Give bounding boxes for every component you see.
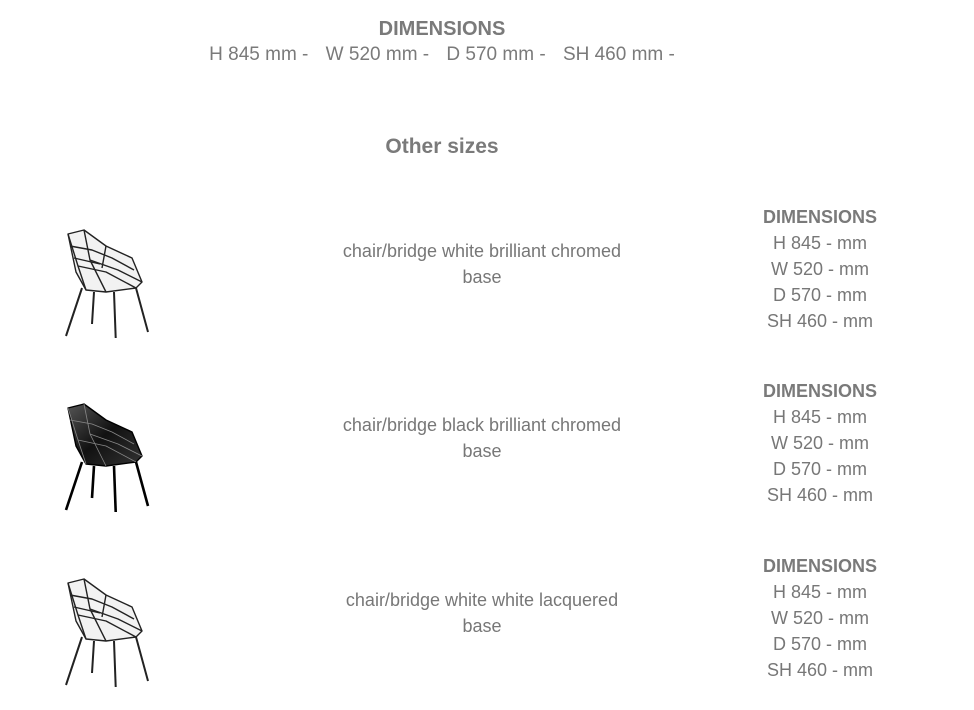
main-depth: D 570 mm - <box>446 44 546 65</box>
main-dimensions: DIMENSIONS H 845 mm - W 520 mm - D 570 m… <box>0 16 884 68</box>
main-dimensions-values: H 845 mm - W 520 mm - D 570 mm - SH 460 … <box>0 42 884 68</box>
chair-white-chromed-image[interactable] <box>56 212 156 338</box>
variant-width: W 520 - mm <box>770 259 869 279</box>
variant-row: chair/bridge black brilliant chromed bas… <box>0 374 974 524</box>
variant-description-line1: chair/bridge white brilliant chromed <box>342 241 622 261</box>
main-dimensions-title: DIMENSIONS <box>378 18 506 40</box>
chair-white-lacquered-image[interactable] <box>56 561 156 687</box>
variant-dimensions-title: DIMENSIONS <box>762 381 877 401</box>
variant-height: H 845 - mm <box>772 407 868 427</box>
variant-dimensions-title: DIMENSIONS <box>762 207 877 227</box>
variant-depth: D 570 - mm <box>772 459 868 479</box>
variant-description: chair/bridge white white lacquered base <box>322 587 642 639</box>
variant-description-line2: base <box>462 267 502 287</box>
variant-dimensions: DIMENSIONS H 845 - mm W 520 - mm D 570 -… <box>740 378 900 508</box>
variant-description: chair/bridge black brilliant chromed bas… <box>322 412 642 464</box>
variant-depth: D 570 - mm <box>772 634 868 654</box>
variant-row: chair/bridge white white lacquered base … <box>0 549 974 699</box>
main-width: W 520 mm - <box>325 44 430 65</box>
variant-description-line2: base <box>462 441 502 461</box>
variant-dimensions: DIMENSIONS H 845 - mm W 520 - mm D 570 -… <box>740 553 900 683</box>
variant-dimensions-title: DIMENSIONS <box>762 556 877 576</box>
variant-seat-height: SH 460 - mm <box>766 660 874 680</box>
variant-description-line1: chair/bridge white white lacquered <box>345 590 619 610</box>
main-height: H 845 mm - <box>209 44 309 65</box>
variant-description: chair/bridge white brilliant chromed bas… <box>322 238 642 290</box>
variant-height: H 845 - mm <box>772 582 868 602</box>
variant-description-line1: chair/bridge black brilliant chromed <box>342 415 622 435</box>
variant-description-line2: base <box>462 616 502 636</box>
variant-depth: D 570 - mm <box>772 285 868 305</box>
variant-seat-height: SH 460 - mm <box>766 311 874 331</box>
other-sizes-heading: Other sizes <box>385 135 499 158</box>
variant-row: chair/bridge white brilliant chromed bas… <box>0 200 974 350</box>
variant-height: H 845 - mm <box>772 233 868 253</box>
variant-width: W 520 - mm <box>770 433 869 453</box>
variant-dimensions: DIMENSIONS H 845 - mm W 520 - mm D 570 -… <box>740 204 900 334</box>
variant-seat-height: SH 460 - mm <box>766 485 874 505</box>
main-seat-height: SH 460 mm - <box>562 44 675 65</box>
variant-width: W 520 - mm <box>770 608 869 628</box>
chair-black-chromed-image[interactable] <box>56 386 156 512</box>
